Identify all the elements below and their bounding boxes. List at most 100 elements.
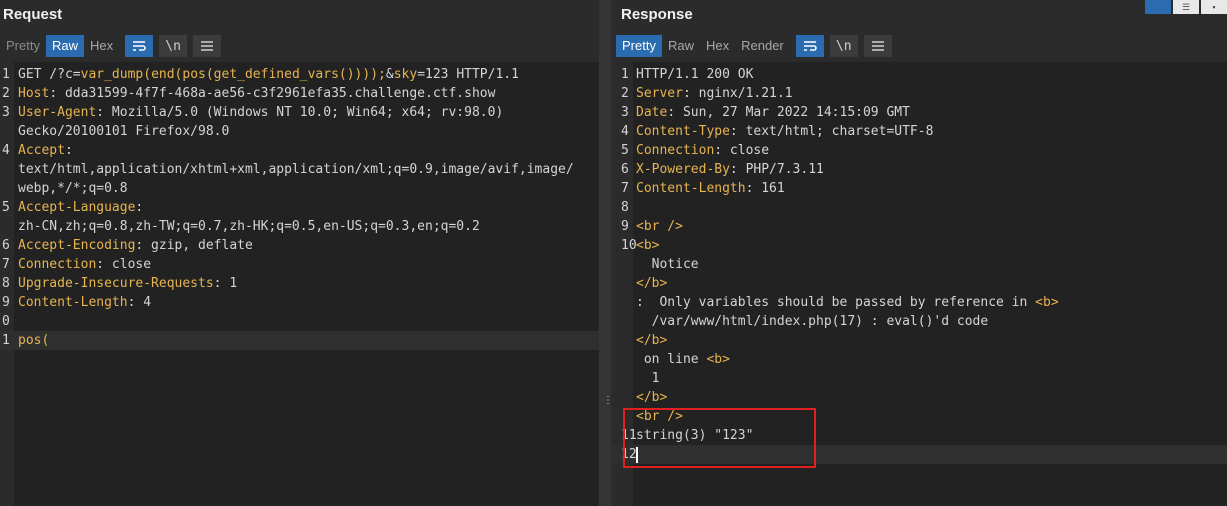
line-number: 8 xyxy=(2,276,10,291)
code-token: X-Powered-By xyxy=(636,162,730,177)
code-line: 5 Accept-Language: xyxy=(0,198,599,217)
line-text: Connection: close xyxy=(636,141,769,160)
line-number: 1 xyxy=(2,333,10,348)
code-token: 1 xyxy=(636,371,660,386)
code-token: /var/www/html/index.php(17) : eval()'d c… xyxy=(636,314,989,329)
code-token: ( xyxy=(41,333,50,348)
code-token: & xyxy=(385,67,394,82)
code-token: Server xyxy=(636,86,683,101)
pane-divider[interactable]: ⋮ xyxy=(599,0,613,506)
code-token: Upgrade-Insecure-Requests xyxy=(18,276,214,291)
tab-hex[interactable]: Hex xyxy=(84,35,119,57)
tab-pretty[interactable]: Pretty xyxy=(0,35,46,57)
line-text: </b> xyxy=(636,274,667,293)
code-token: : Mozilla/5.0 (Windows NT 10.0; Win64; x… xyxy=(96,105,504,120)
request-editor[interactable]: 1 GET /?c=var_dump(end(pos(get_defined_va… xyxy=(0,62,599,506)
code-token: <b> xyxy=(636,238,660,253)
line-text: Content-Length: 4 xyxy=(18,293,151,312)
line-text: Accept-Language: xyxy=(18,198,143,217)
code-token: User-Agent xyxy=(18,105,97,120)
code-token: : 1 xyxy=(213,276,238,291)
code-line: /var/www/html/index.php(17) : eval()'d c… xyxy=(611,312,1227,331)
code-line: 3 Date: Sun, 27 Mar 2022 14:15:09 GMT xyxy=(611,103,1227,122)
code-token: =123 HTTP/1.1 xyxy=(417,67,519,82)
layout-stacked-icon[interactable]: ☰ xyxy=(1173,0,1199,14)
menu-icon[interactable] xyxy=(863,35,892,57)
code-token: Connection xyxy=(636,143,715,158)
newline-toggle-icon[interactable]: \n xyxy=(829,35,858,57)
tab-raw[interactable]: Raw xyxy=(45,35,84,57)
code-line: Notice xyxy=(611,255,1227,274)
line-text: </b> xyxy=(636,331,667,350)
drag-handle-icon[interactable]: ⋮ xyxy=(603,396,613,406)
code-line: 8 xyxy=(611,198,1227,217)
code-token: GET /?c= xyxy=(18,67,81,82)
line-number: 0 xyxy=(2,314,10,329)
tab-render[interactable]: Render xyxy=(735,35,790,57)
code-token: zh-CN,zh;q=0.8,zh-TW;q=0.7,zh-HK;q=0.5,e… xyxy=(18,219,480,234)
line-text: GET /?c=var_dump(end(pos(get_defined_var… xyxy=(18,65,519,84)
highlight-box xyxy=(623,408,816,468)
line-number: 5 xyxy=(621,143,629,158)
line-text: 1 xyxy=(636,369,660,388)
code-line: 4 Accept: xyxy=(0,141,599,160)
code-token: : close xyxy=(96,257,152,272)
request-toolbar: Pretty Raw Hex \n xyxy=(0,35,222,57)
code-line: </b> xyxy=(611,388,1227,407)
code-token: Accept-Encoding xyxy=(18,238,136,253)
code-token: Content-Length xyxy=(636,181,746,196)
wrap-lines-icon[interactable] xyxy=(795,35,824,57)
line-text: Notice xyxy=(636,255,699,274)
line-text: Accept-Encoding: gzip, deflate xyxy=(18,236,253,255)
code-token: Content-Type xyxy=(636,124,730,139)
code-line: zh-CN,zh;q=0.8,zh-TW;q=0.7,zh-HK;q=0.5,e… xyxy=(0,217,599,236)
code-token: : xyxy=(64,143,73,158)
newline-toggle-icon[interactable]: \n xyxy=(159,35,188,57)
code-token: : gzip, deflate xyxy=(135,238,253,253)
code-token: Content-Length xyxy=(18,295,128,310)
code-token: : text/html; charset=UTF-8 xyxy=(729,124,934,139)
response-title: Response xyxy=(621,6,693,23)
line-number: 1 xyxy=(621,67,629,82)
response-toolbar: Pretty Raw Hex Render \n xyxy=(616,35,892,57)
code-line: 9 Content-Length: 4 xyxy=(0,293,599,312)
line-text: Connection: close xyxy=(18,255,151,274)
line-text: /var/www/html/index.php(17) : eval()'d c… xyxy=(636,312,989,331)
tab-raw[interactable]: Raw xyxy=(662,35,700,57)
code-line: 7 Content-Length: 161 xyxy=(611,179,1227,198)
wrap-lines-icon[interactable] xyxy=(125,35,154,57)
code-token: on line xyxy=(636,352,707,367)
code-token: Accept-Language xyxy=(18,200,136,215)
code-line: 1 HTTP/1.1 200 OK xyxy=(611,65,1227,84)
tab-pretty[interactable]: Pretty xyxy=(616,35,662,57)
line-text: </b> xyxy=(636,388,667,407)
code-line: 2 Host: dda31599-4f7f-468a-ae56-c3f2961ef… xyxy=(0,84,599,103)
code-token: : 161 xyxy=(745,181,785,196)
line-number: 1 xyxy=(2,67,10,82)
layout-split-icon[interactable] xyxy=(1145,0,1171,14)
code-token: Notice xyxy=(636,257,699,272)
code-token: <br /> xyxy=(636,219,683,234)
code-line: </b> xyxy=(611,274,1227,293)
code-token: </b> xyxy=(636,276,668,291)
line-text: webp,*/*;q=0.8 xyxy=(18,179,128,198)
menu-icon[interactable] xyxy=(193,35,222,57)
layout-single-icon[interactable]: ▪ xyxy=(1201,0,1227,14)
line-text: <br /> xyxy=(636,217,683,236)
layout-switcher: ☰ ▪ xyxy=(1143,0,1227,14)
code-token: </b> xyxy=(636,333,668,348)
code-token: var_dump(end(pos(get_defined_vars()))); xyxy=(80,67,386,82)
line-text: pos( xyxy=(18,331,49,350)
line-text: text/html,application/xhtml+xml,applicat… xyxy=(18,160,574,179)
code-token: pos xyxy=(18,333,42,348)
code-token: <b> xyxy=(1035,295,1059,310)
code-line: 9 <br /> xyxy=(611,217,1227,236)
code-token: Date xyxy=(636,105,668,120)
code-token: </b> xyxy=(636,390,668,405)
line-number: 8 xyxy=(621,200,629,215)
code-token: webp,*/*;q=0.8 xyxy=(18,181,128,196)
tab-hex[interactable]: Hex xyxy=(700,35,735,57)
code-token: Host xyxy=(18,86,50,101)
code-token: Connection xyxy=(18,257,97,272)
line-number: 7 xyxy=(2,257,10,272)
